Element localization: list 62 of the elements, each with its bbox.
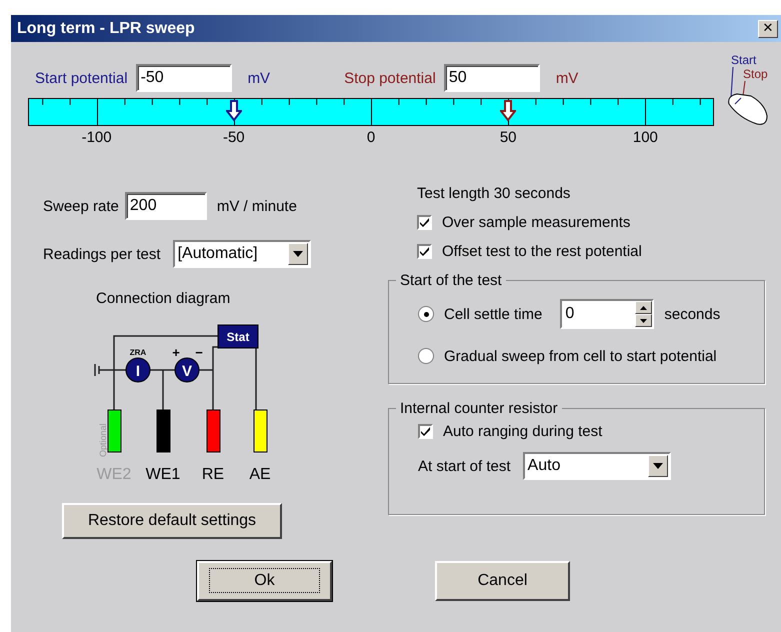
optional-label: Optional [98, 423, 108, 457]
start-potential-field[interactable]: -50 [136, 64, 232, 92]
stop-potential-label: Stop potential [344, 70, 436, 86]
current-meter-circle [126, 358, 150, 382]
ok-button[interactable]: Ok [197, 561, 332, 601]
connection-diagram-title: Connection diagram [96, 290, 232, 307]
voltage-meter-circle [174, 358, 200, 382]
stop-marker-icon[interactable] [500, 100, 516, 122]
stat-label: Stat [226, 330, 250, 344]
stop-potential-field[interactable]: 50 [444, 64, 540, 92]
scale-label: -50 [222, 129, 245, 146]
current-meter-label: I [136, 363, 140, 380]
readings-per-test-label: Readings per test [43, 246, 161, 262]
checkbox-label: Auto ranging during test [443, 423, 602, 440]
radio-button[interactable] [418, 348, 434, 364]
checkbox-label: Over sample measurements [442, 214, 630, 231]
dropdown-arrow-icon[interactable] [652, 463, 663, 469]
stat-box [218, 324, 258, 348]
at-start-label: At start of test [418, 458, 511, 474]
checkbox[interactable] [418, 424, 433, 439]
start-marker-icon[interactable] [226, 100, 242, 122]
dropdown-arrow-icon[interactable] [292, 251, 303, 257]
zra-label: ZRA [130, 348, 146, 357]
spin-up-icon[interactable] [640, 306, 648, 310]
minus-label: − [195, 345, 203, 360]
group-title: Internal counter resistor [399, 400, 559, 417]
seconds-unit-label: seconds [664, 306, 720, 322]
cancel-button[interactable]: Cancel [435, 561, 570, 601]
plus-label: + [172, 345, 180, 360]
sweep-rate-unit: mV / minute [216, 198, 297, 214]
electrode-label: WE1 [146, 466, 180, 483]
sweep-rate-field[interactable]: 200 [124, 192, 207, 220]
radio-label: Gradual sweep from cell to start potential [444, 348, 717, 364]
start-range-dropdown[interactable]: Auto [522, 452, 671, 480]
ground-icon [94, 364, 103, 376]
voltage-meter-label: V [182, 363, 192, 380]
radio-button[interactable] [418, 306, 434, 322]
window-title: Long term - LPR sweep [17, 20, 195, 38]
radio-label: Cell settle time [444, 306, 542, 322]
stop-unit-label: mV [556, 70, 578, 86]
sweep-rate-label: Sweep rate [43, 198, 119, 214]
test-length-text: Test length 30 seconds [417, 185, 572, 202]
mouse-stop-label: Stop [743, 67, 768, 81]
close-button[interactable]: ✕ [758, 20, 778, 38]
scale-label: 50 [500, 129, 517, 146]
start-unit-label: mV [248, 70, 270, 86]
scale-label: -100 [82, 129, 112, 146]
electrode-label: WE2 [96, 466, 132, 483]
scale-label: 100 [632, 129, 658, 146]
start-potential-label: Start potential [35, 70, 128, 86]
checkbox-label: Offset test to the rest potential [442, 243, 642, 260]
restore-default-button[interactable]: Restore default settings [62, 503, 282, 539]
scale-label: 0 [366, 129, 376, 146]
checkbox[interactable] [417, 244, 432, 259]
group-title: Start of the test [399, 272, 503, 289]
readings-dropdown[interactable]: [Automatic] [172, 240, 311, 268]
spin-down-icon[interactable] [640, 318, 648, 322]
electrode-label: AE [249, 466, 271, 483]
settle-time-spin-field[interactable]: 0 [560, 299, 654, 329]
mouse-start-label: Start [731, 53, 756, 67]
electrode-label: RE [202, 466, 224, 483]
checkbox[interactable] [417, 215, 432, 230]
